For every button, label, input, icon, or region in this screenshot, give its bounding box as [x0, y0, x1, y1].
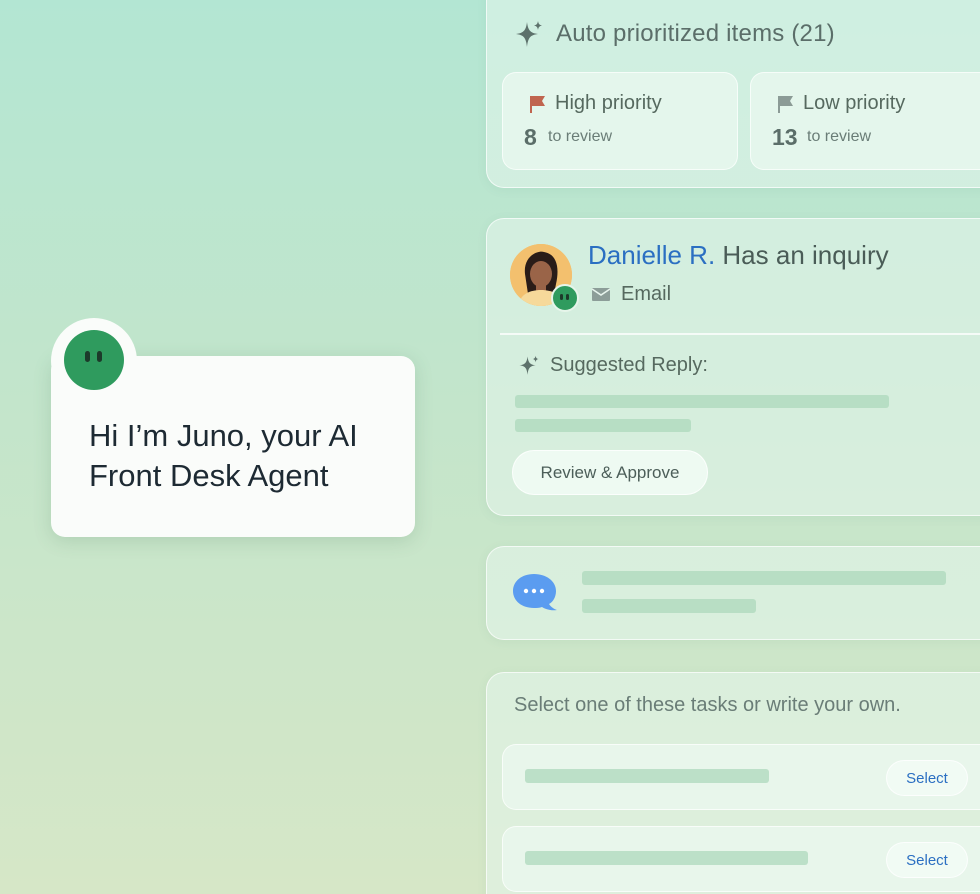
high-priority-sub: to review: [548, 128, 613, 145]
high-priority-count: 8: [524, 124, 537, 150]
low-priority-card[interactable]: [750, 72, 980, 170]
gray-flag-icon: [778, 96, 793, 113]
divider: [500, 333, 980, 335]
mail-icon: [591, 288, 611, 301]
juno-greeting-text: Hi I’m Juno, your AI Front Desk Agent: [89, 418, 358, 493]
chat-panel: [486, 546, 980, 640]
select-label: Select: [906, 851, 948, 869]
suggested-reply-label: Suggested Reply:: [550, 354, 708, 376]
channel-label: Email: [621, 283, 672, 305]
select-label: Select: [906, 769, 948, 787]
message-placeholder-line: [582, 599, 756, 613]
review-approve-label: Review & Approve: [540, 462, 680, 482]
juno-mini-badge: [551, 284, 579, 312]
review-approve-button[interactable]: Review & Approve: [512, 450, 708, 495]
sparkle-icon: [516, 21, 542, 47]
inquiry-header: Danielle R. Has an inquiry: [588, 240, 889, 271]
high-priority-card[interactable]: [502, 72, 738, 170]
high-priority-label: High priority: [555, 92, 662, 114]
contact-name-link[interactable]: Danielle R.: [588, 240, 715, 270]
inquiry-description: Has an inquiry: [722, 240, 889, 270]
prioritized-title: Auto prioritized items (21): [556, 20, 835, 47]
select-task-button[interactable]: Select: [886, 760, 968, 796]
low-priority-label: Low priority: [803, 92, 906, 114]
sparkle-icon: [519, 355, 539, 375]
task-placeholder-line: [525, 769, 769, 783]
reply-placeholder-line: [515, 395, 889, 408]
tasks-prompt: Select one of these tasks or write your …: [514, 694, 901, 716]
chat-bubble-icon: [513, 574, 557, 611]
low-priority-sub: to review: [807, 128, 872, 145]
task-placeholder-line: [525, 851, 808, 865]
red-flag-icon: [530, 96, 545, 113]
juno-bot-avatar: [64, 330, 124, 390]
message-placeholder-line: [582, 571, 946, 585]
select-task-button[interactable]: Select: [886, 842, 968, 878]
reply-placeholder-line: [515, 419, 691, 432]
low-priority-count: 13: [772, 124, 798, 150]
